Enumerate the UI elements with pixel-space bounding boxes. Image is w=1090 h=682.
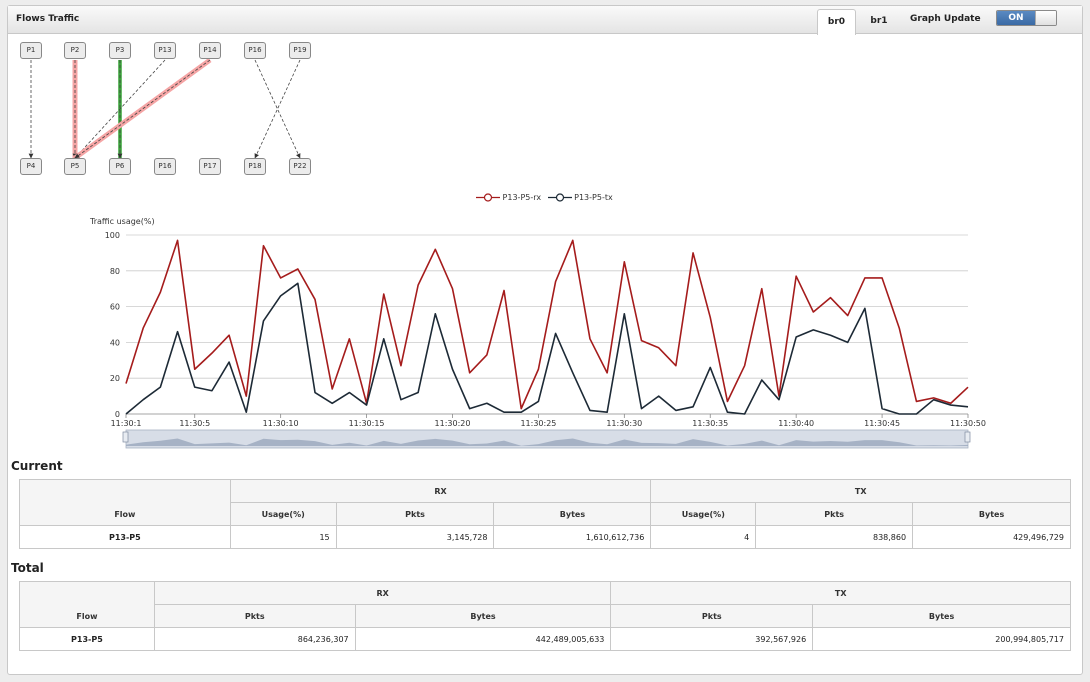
port-bottom-p6[interactable]: P6 [109,158,131,175]
current-rx-pkts-header: Pkts [335,502,495,526]
y-axis-label: Traffic usage(%) [89,217,155,226]
current-tx-bytes-header: Bytes [912,502,1071,526]
legend-tx-label: P13-P5-tx [574,193,613,202]
total-flow-header: Flow [19,581,155,628]
port-bottom-p5[interactable]: P5 [64,158,86,175]
current-tx-pkts-cell: 838,860 [755,525,914,549]
legend-tx-icon [547,193,572,202]
total-tx-header: TX [610,581,1071,605]
port-top-p13[interactable]: P13 [154,42,176,59]
total-tx-bytes-header: Bytes [812,604,1071,628]
y-tick-label: 60 [110,303,120,312]
legend-tx-marker [555,193,564,202]
current-tx-usage-cell: 4 [650,525,757,549]
current-tx-pkts-header: Pkts [755,502,914,526]
current-flow-header: Flow [19,479,231,526]
x-tick-label: 11:30:5 [179,419,210,428]
current-rx-bytes-cell: 1,610,612,736 [493,525,652,549]
port-top-p2[interactable]: P2 [64,42,86,59]
x-tick-label: 11:30:1 [111,419,142,428]
y-tick-label: 100 [105,231,120,240]
table-row: P13-P5 864,236,307 442,489,005,633 392,5… [19,627,1071,651]
x-tick-label: 11:30:35 [692,419,728,428]
legend-rx-marker [483,193,493,202]
port-bottom-p22[interactable]: P22 [289,158,311,175]
legend-rx-icon [476,193,500,202]
total-rx-bytes-header: Bytes [354,604,612,628]
port-top-p1[interactable]: P1 [20,42,42,59]
total-tx-pkts-header: Pkts [610,604,814,628]
total-rx-pkts-header: Pkts [153,604,356,628]
traffic-usage-chart: Traffic usage(%) 0 20 40 60 80 100 11:30:1 11:… [89,217,986,449]
total-rx-header: RX [153,581,612,605]
x-tick-label: 11:30:40 [778,419,814,428]
navigator-handle-left [122,431,129,443]
legend-rx-label: P13-P5-rx [502,193,542,202]
port-bottom-p16[interactable]: P16 [154,158,176,175]
current-tx-usage-header: Usage(%) [650,502,757,526]
current-rx-pkts-cell: 3,145,728 [335,525,495,549]
x-tick-label: 11:30:15 [349,419,385,428]
x-tick-label: 11:30:30 [606,419,642,428]
port-top-p14[interactable]: P14 [199,42,221,59]
port-top-p19[interactable]: P19 [289,42,311,59]
port-top-p16[interactable]: P16 [244,42,266,59]
total-flow-cell: P13-P5 [19,627,155,651]
current-rx-bytes-header: Bytes [493,502,652,526]
range-navigator[interactable] [122,429,971,449]
y-tick-label: 80 [110,267,120,276]
y-tick-label: 40 [110,338,120,347]
y-tick-label: 0 [115,410,120,419]
total-tx-bytes-cell: 200,994,805,717 [812,627,1071,651]
total-table: Flow RX TX Pkts Bytes Pkts Bytes P13-P5 … [19,581,1071,651]
current-tx-header: TX [650,479,1071,503]
current-rx-usage-cell: 15 [229,525,337,549]
x-tick-label: 11:30:10 [263,419,299,428]
total-title: Total [11,561,44,575]
current-rx-header: RX [229,479,652,503]
x-tick-label: 11:30:50 [950,419,986,428]
x-tick-label: 11:30:45 [864,419,900,428]
port-bottom-p4[interactable]: P4 [20,158,42,175]
total-rx-bytes-cell: 442,489,005,633 [354,627,612,651]
x-tick-label: 11:30:25 [520,419,556,428]
port-bottom-p17[interactable]: P17 [199,158,221,175]
current-flow-cell: P13-P5 [19,525,231,549]
table-row: P13-P5 15 3,145,728 1,610,612,736 4 838,… [19,525,1071,549]
current-title: Current [11,459,63,473]
port-bottom-p18[interactable]: P18 [244,158,266,175]
total-rx-pkts-cell: 864,236,307 [153,627,356,651]
current-tx-bytes-cell: 429,496,729 [912,525,1071,549]
x-tick-label: 11:30:20 [435,419,471,428]
y-tick-label: 20 [110,374,120,383]
port-top-p3[interactable]: P3 [109,42,131,59]
navigator-handle-right [964,431,971,443]
current-table: Flow RX TX Usage(%) Pkts Bytes Usage(%) … [19,479,1071,549]
legend: P13-P5-rx P13-P5-tx [476,193,613,202]
current-rx-usage-header: Usage(%) [229,502,337,526]
total-tx-pkts-cell: 392,567,926 [610,627,814,651]
